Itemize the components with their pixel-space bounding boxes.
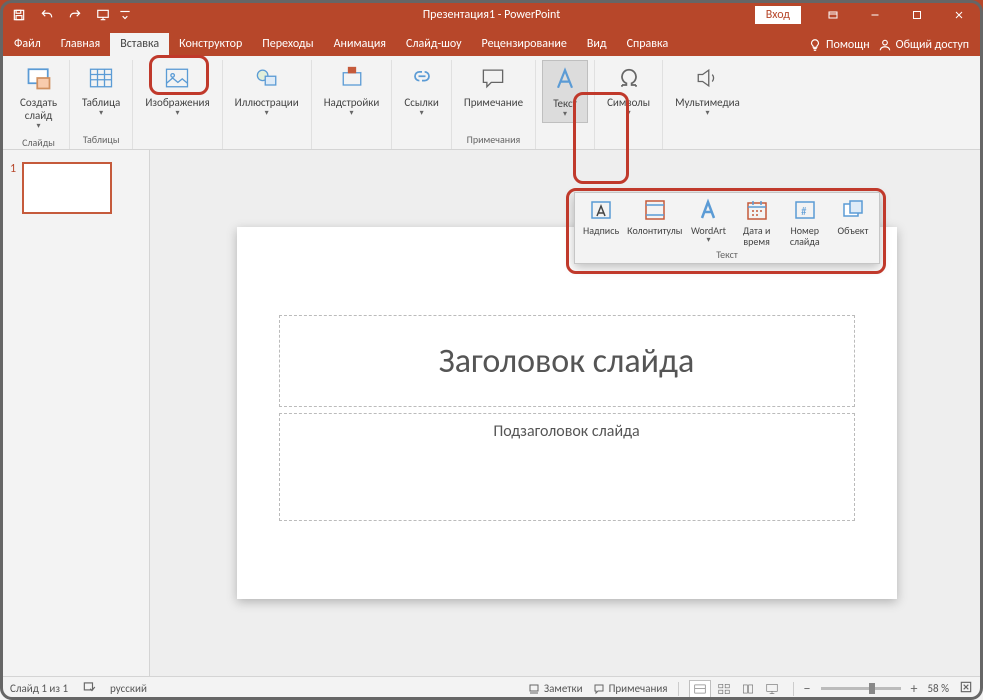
reading-view-icon[interactable] <box>737 680 759 698</box>
ribbon-tabs: Файл Главная Вставка Конструктор Переход… <box>0 30 983 56</box>
wordart-icon <box>695 197 721 223</box>
table-button[interactable]: Таблица▾ <box>76 60 126 121</box>
slideshow-view-icon[interactable] <box>761 680 783 698</box>
illustrations-button[interactable]: Иллюстрации▾ <box>229 60 305 121</box>
tab-review[interactable]: Рецензирование <box>472 33 577 56</box>
tell-me[interactable]: Помощн <box>808 38 870 52</box>
new-slide-icon <box>23 62 55 94</box>
tab-file[interactable]: Файл <box>4 33 51 56</box>
pictures-icon <box>161 62 193 94</box>
tab-home[interactable]: Главная <box>51 33 110 56</box>
wordart-button[interactable]: WordArt▾ <box>684 197 732 248</box>
save-icon[interactable] <box>6 2 32 28</box>
language-label[interactable]: русский <box>110 682 147 695</box>
slide: Заголовок слайда Подзаголовок слайда <box>237 227 897 599</box>
share-label: Общий доступ <box>896 38 969 52</box>
tab-insert[interactable]: Вставка <box>110 33 169 56</box>
media-button[interactable]: Мультимедиа▾ <box>669 60 746 121</box>
normal-view-icon[interactable] <box>689 680 711 698</box>
svg-text:#: # <box>801 205 807 218</box>
minimize-icon[interactable] <box>855 2 895 28</box>
maximize-icon[interactable] <box>897 2 937 28</box>
share-button[interactable]: Общий доступ <box>878 38 969 52</box>
shapes-icon <box>251 62 283 94</box>
redo-icon[interactable] <box>62 2 88 28</box>
calendar-icon <box>744 197 770 223</box>
date-time-button[interactable]: Дата и время <box>733 197 781 248</box>
tab-animations[interactable]: Анимация <box>324 33 396 56</box>
links-button[interactable]: Ссылки▾ <box>398 60 445 121</box>
link-icon <box>406 62 438 94</box>
login-button[interactable]: Вход <box>755 6 801 24</box>
omega-icon <box>613 62 645 94</box>
text-button[interactable]: Текст▾ <box>542 60 588 123</box>
tab-design[interactable]: Конструктор <box>169 33 252 56</box>
fit-to-window-icon[interactable] <box>959 680 973 697</box>
qat-dropdown-icon[interactable] <box>118 2 132 28</box>
zoom-out-icon[interactable]: − <box>804 680 811 697</box>
comment-icon <box>477 62 509 94</box>
bulb-icon <box>808 38 822 52</box>
tab-transitions[interactable]: Переходы <box>252 33 323 56</box>
thumb-number: 1 <box>10 162 16 214</box>
object-icon <box>840 197 866 223</box>
textbox-icon <box>588 197 614 223</box>
close-icon[interactable] <box>939 2 979 28</box>
comments-toggle[interactable]: Примечания <box>593 682 668 695</box>
popup-group-label: Текст <box>575 248 879 263</box>
addins-button[interactable]: Надстройки▾ <box>318 60 386 121</box>
zoom-slider[interactable] <box>821 687 901 690</box>
subtitle-placeholder[interactable]: Подзаголовок слайда <box>279 413 855 521</box>
header-footer-icon <box>642 197 668 223</box>
tab-help[interactable]: Справка <box>617 33 679 56</box>
speaker-icon <box>691 62 723 94</box>
ribbon: Создать слайд▾ Слайды Таблица▾ Таблицы И… <box>0 56 983 150</box>
tab-view[interactable]: Вид <box>577 33 617 56</box>
title-bar: Презентация1 - PowerPoint Вход <box>0 0 983 30</box>
images-button[interactable]: Изображения▾ <box>139 60 215 121</box>
slide-thumbnails-panel[interactable]: 1 <box>0 150 150 676</box>
group-tables-label: Таблицы <box>83 131 120 149</box>
group-comments-label: Примечания <box>467 131 521 149</box>
addins-icon <box>336 62 368 94</box>
slide-thumbnail[interactable] <box>22 162 112 214</box>
slide-count: Слайд 1 из 1 <box>10 682 68 695</box>
textbox-button[interactable]: Надпись <box>577 197 625 248</box>
comment-button[interactable]: Примечание <box>458 60 529 111</box>
start-slideshow-icon[interactable] <box>90 2 116 28</box>
header-footer-button[interactable]: Колонтитулы <box>625 197 684 248</box>
tab-slideshow[interactable]: Слайд-шоу <box>396 33 472 56</box>
slide-number-icon: # <box>792 197 818 223</box>
text-gallery-popup: Надпись Колонтитулы WordArt▾ Дата и врем… <box>574 192 880 264</box>
new-slide-button[interactable]: Создать слайд▾ <box>14 60 63 134</box>
slide-number-button[interactable]: # Номер слайда <box>781 197 829 248</box>
object-button[interactable]: Объект <box>829 197 877 248</box>
sorter-view-icon[interactable] <box>713 680 735 698</box>
person-icon <box>878 38 892 52</box>
notes-toggle[interactable]: Заметки <box>528 682 583 695</box>
spellcheck-icon[interactable] <box>82 680 96 697</box>
title-placeholder[interactable]: Заголовок слайда <box>279 315 855 407</box>
table-icon <box>85 62 117 94</box>
undo-icon[interactable] <box>34 2 60 28</box>
zoom-in-icon[interactable]: + <box>911 680 918 697</box>
symbols-button[interactable]: Символы▾ <box>601 60 656 121</box>
ribbon-display-icon[interactable] <box>813 2 853 28</box>
status-bar: Слайд 1 из 1 русский Заметки Примечания … <box>0 676 983 700</box>
zoom-value[interactable]: 58 % <box>927 682 949 695</box>
tell-me-label: Помощн <box>826 38 870 52</box>
text-icon <box>549 63 581 95</box>
